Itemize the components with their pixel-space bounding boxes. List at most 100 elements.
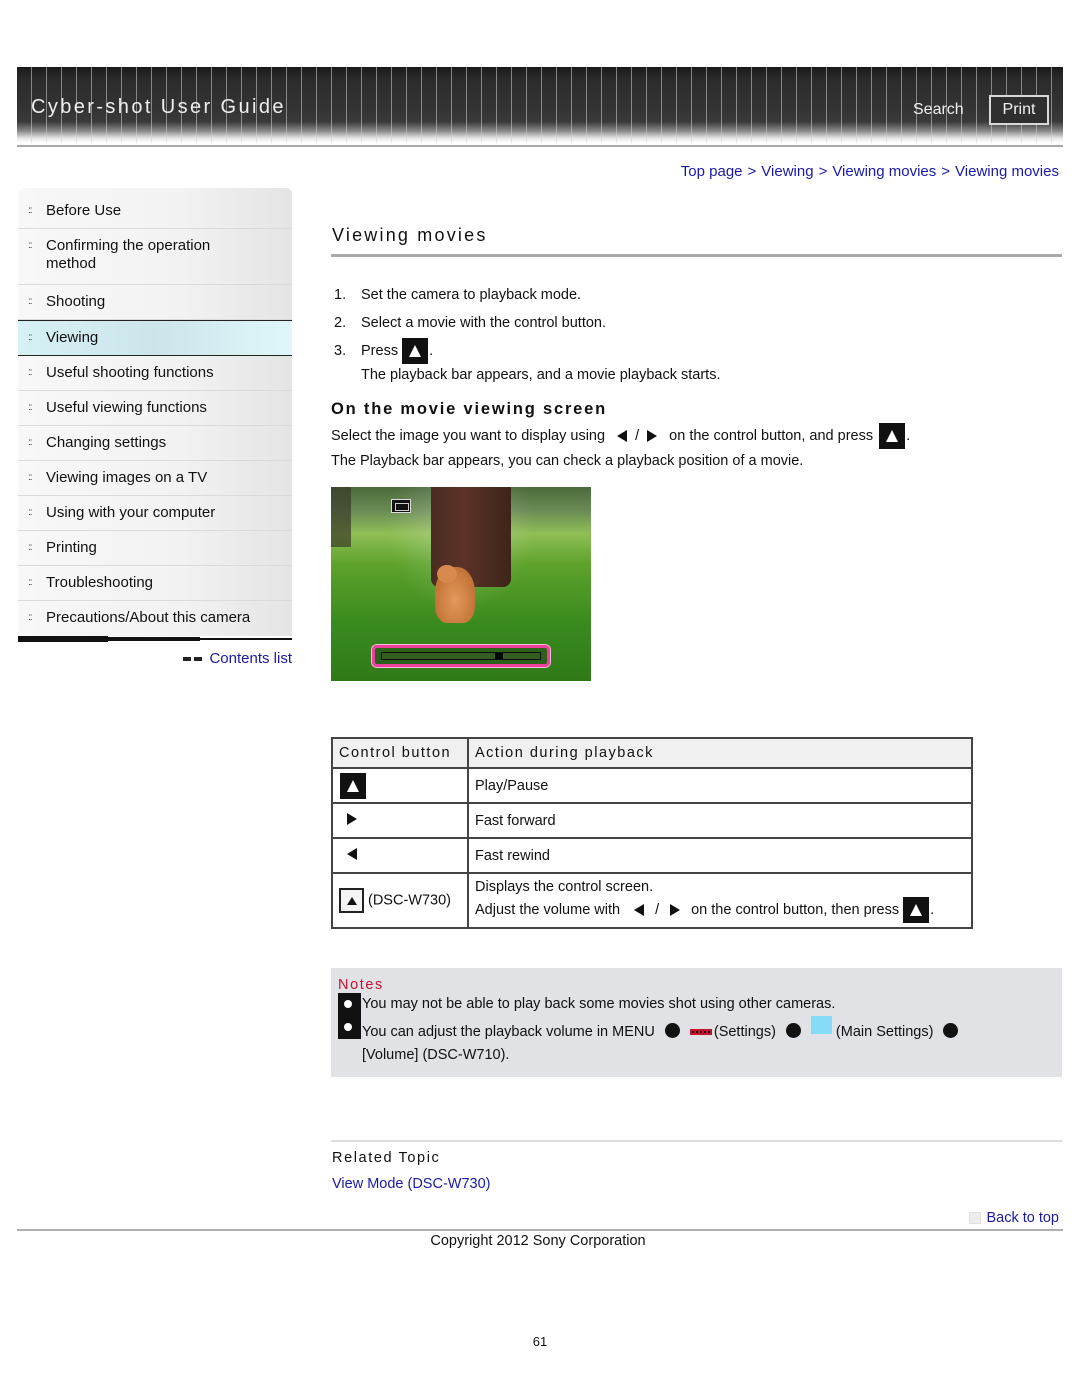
left-right-arrows: /: [615, 424, 659, 449]
search-link[interactable]: Search: [913, 101, 964, 119]
page-title: Viewing movies: [332, 225, 488, 245]
table-row: Play/Pause: [331, 767, 973, 804]
button-cell: [331, 767, 469, 804]
main-settings-label: (Main Settings): [835, 1024, 934, 1040]
action-text: Adjust the volume with: [475, 901, 621, 918]
rule-thick: [18, 636, 108, 642]
sidebar-item-label: Shooting: [46, 293, 106, 310]
bullet-icon: ::: [28, 240, 33, 251]
header-divider: [17, 145, 1063, 147]
step-item: 1. Set the camera to playback mode.: [331, 281, 1062, 309]
step-text: Press: [361, 343, 399, 359]
bullet-icon: ::: [28, 402, 33, 413]
sidebar-item-shooting[interactable]: :: Shooting: [18, 285, 292, 320]
note-continuation: [Volume] (DSC-W710).: [362, 1047, 510, 1063]
bullet-icon: ::: [28, 577, 33, 588]
action-line: Adjust the volume with / on the control …: [475, 896, 965, 923]
right-arrow-icon: [670, 903, 681, 916]
step-text: Set the camera to playback mode.: [361, 287, 582, 303]
sidebar-item-useful-shooting[interactable]: :: Useful shooting functions: [18, 356, 292, 391]
sidebar-item-label: Viewing images on a TV: [46, 469, 208, 486]
sidebar-item-label: Changing settings: [46, 434, 167, 451]
right-arrow-icon: [347, 812, 357, 825]
sidebar-item-label: Viewing: [46, 329, 99, 346]
column-header: Control button: [331, 737, 469, 769]
sidebar-item-before-use[interactable]: :: Before Use: [18, 188, 292, 229]
sidebar-item-label: Useful shooting functions: [46, 364, 214, 381]
play-up-button-icon: [340, 772, 366, 799]
contents-list-label: Contents list: [209, 650, 292, 667]
sidebar-item-useful-viewing[interactable]: :: Useful viewing functions: [18, 391, 292, 426]
step-number: 3.: [334, 343, 347, 359]
button-cell: [331, 802, 469, 839]
play-up-button-icon: [879, 423, 906, 449]
step-end: .: [429, 343, 434, 359]
step-subtext: The playback bar appears, and a movie pl…: [361, 367, 721, 383]
bullet-icon: ::: [28, 367, 33, 378]
action-line: Displays the control screen.: [475, 878, 654, 895]
breadcrumb-top-page[interactable]: Top page: [681, 163, 743, 180]
contents-list-link[interactable]: Contents list: [183, 650, 292, 667]
breadcrumb-viewing-movies[interactable]: Viewing movies: [832, 163, 936, 180]
bullet-icon: ::: [28, 296, 33, 307]
step-item: 2. Select a movie with the control butto…: [331, 309, 1062, 337]
breadcrumb-viewing[interactable]: Viewing: [761, 163, 813, 180]
action-cell: Fast rewind: [467, 837, 973, 874]
action-end: .: [930, 901, 935, 918]
bullet-icon: ::: [28, 542, 33, 553]
sidebar-item-viewing-on-tv[interactable]: :: Viewing images on a TV: [18, 461, 292, 496]
section-paragraph: Select the image you want to display usi…: [331, 423, 1062, 474]
slash: /: [655, 901, 660, 918]
sidebar-item-label: Precautions/About this camera: [46, 609, 251, 626]
note-bullet-icon: [338, 993, 361, 1016]
left-arrow-icon: [617, 430, 628, 442]
section-heading: On the movie viewing screen: [331, 400, 608, 418]
back-to-top-icon: [969, 1212, 982, 1224]
control-button-table: Control button Action during playback Pl…: [331, 737, 973, 929]
rule-mid: [108, 637, 200, 641]
back-to-top-label: Back to top: [986, 1210, 1059, 1226]
playback-bar: [372, 645, 550, 667]
sidebar-item-computer[interactable]: :: Using with your computer: [18, 496, 292, 531]
note-bullet-icon: [338, 1016, 361, 1039]
step-text: Select a movie with the control button.: [361, 315, 607, 331]
sidebar-item-printing[interactable]: :: Printing: [18, 531, 292, 566]
note-text: You may not be able to play back some mo…: [362, 996, 836, 1012]
sidebar-item-label: Troubleshooting: [46, 574, 154, 591]
play-up-button-icon: [402, 338, 429, 364]
slash: /: [635, 427, 640, 444]
sidebar-item-changing-settings[interactable]: :: Changing settings: [18, 426, 292, 461]
sidebar-bottom-rule: [18, 636, 292, 644]
sidebar-nav: :: Before Use :: Confirming the operation …: [18, 188, 292, 636]
page-number: 61: [532, 1334, 548, 1349]
app-title: Cyber-shot User Guide: [31, 96, 286, 118]
sidebar-item-viewing[interactable]: :: Viewing: [18, 320, 292, 356]
action-cell: Fast forward: [467, 802, 973, 839]
sidebar-item-confirming-operation[interactable]: :: Confirming the operation method: [18, 229, 292, 285]
footer-divider: [17, 1229, 1063, 1231]
playback-position-marker: [495, 653, 503, 659]
sidebar-item-label: Confirming the operation method: [46, 237, 211, 272]
settings-menu-icon: [689, 1029, 712, 1035]
column-header: Action during playback: [467, 737, 973, 769]
bullet-icon: ::: [28, 437, 33, 448]
back-to-top-link[interactable]: Back to top: [969, 1210, 1059, 1226]
action-cell: Displays the control screen. Adjust the …: [467, 872, 973, 929]
related-topic-title: Related Topic: [332, 1150, 441, 1166]
table-row: Fast rewind: [331, 837, 973, 874]
sidebar-item-precautions[interactable]: :: Precautions/About this camera: [18, 601, 292, 636]
action-cell: Play/Pause: [467, 767, 973, 804]
settings-label: (Settings): [713, 1024, 776, 1040]
related-link-view-mode[interactable]: View Mode (DSC-W730): [332, 1176, 490, 1192]
breadcrumb-current[interactable]: Viewing movies: [955, 163, 1059, 180]
para-text: Select the image you want to display usi…: [331, 427, 606, 444]
step-item: 3. Press .: [331, 337, 1062, 365]
print-button[interactable]: Print: [989, 95, 1049, 125]
playback-track: [381, 652, 541, 660]
related-divider: [331, 1140, 1062, 1142]
left-arrow-icon: [634, 903, 645, 916]
bullet-icon: ::: [28, 612, 33, 623]
main-content: Viewing movies 1. Set the camera to play…: [331, 225, 1062, 1077]
model-label: (DSC-W730): [368, 892, 451, 909]
sidebar-item-troubleshooting[interactable]: :: Troubleshooting: [18, 566, 292, 601]
